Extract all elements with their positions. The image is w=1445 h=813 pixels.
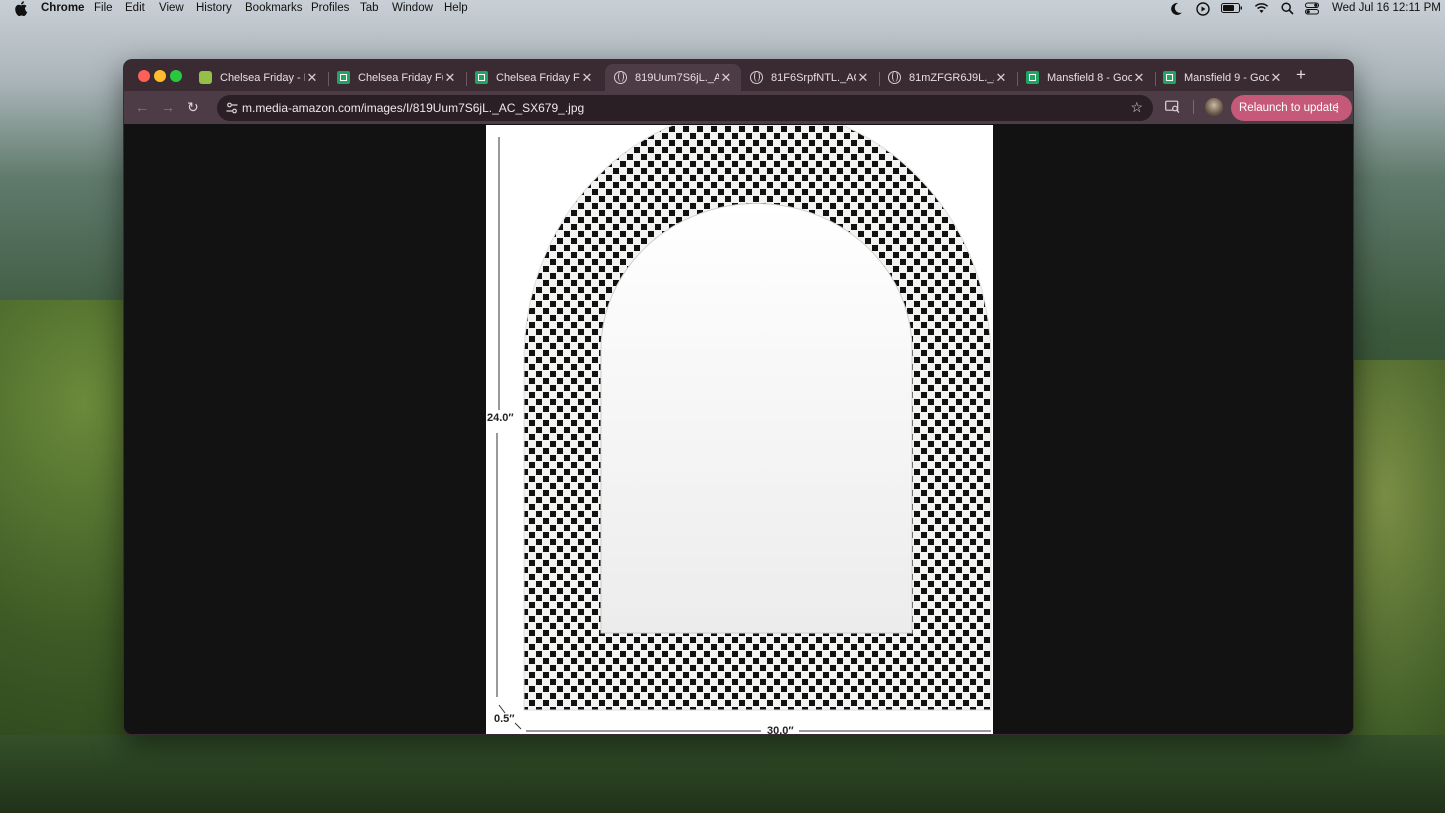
menu-app-name[interactable]: Chrome (41, 2, 84, 14)
tab-close-icon[interactable]: ✕ (443, 70, 457, 86)
menu-profiles[interactable]: Profiles (311, 2, 349, 14)
depth-dimension-label: 0.5″ (494, 713, 515, 725)
focus-moon-icon[interactable] (1169, 2, 1183, 16)
reload-icon[interactable]: ↻ (187, 99, 199, 116)
relaunch-label: Relaunch to update (1239, 102, 1339, 114)
apple-logo-icon[interactable] (14, 1, 28, 16)
zoom-window-button[interactable] (170, 70, 182, 82)
minimize-window-button[interactable] (154, 70, 166, 82)
tab-81f6srpfntl[interactable]: 81F6SrpfNTL._AC_ ✕ (750, 64, 878, 91)
tab-81mzfgr6j9l[interactable]: 81mZFGR6J9L._AC_ ✕ (888, 64, 1016, 91)
cast-search-icon[interactable] (1165, 100, 1180, 114)
sheets-icon (475, 71, 488, 84)
site-info-tune-icon[interactable] (226, 102, 238, 114)
tab-chelsea-friday-pro[interactable]: Chelsea Friday - Pro ✕ (199, 64, 327, 91)
globe-icon (750, 71, 763, 84)
tab-mansfield-9[interactable]: Mansfield 9 - Goog ✕ (1163, 64, 1291, 91)
menu-history[interactable]: History (196, 2, 232, 14)
wifi-icon[interactable] (1254, 2, 1269, 14)
tab-separator (1155, 72, 1156, 86)
menu-bar-clock[interactable]: Wed Jul 16 12:11 PM (1332, 2, 1441, 14)
tab-close-icon[interactable]: ✕ (580, 70, 594, 86)
tab-separator (1017, 72, 1018, 86)
menu-tab[interactable]: Tab (360, 2, 379, 14)
tab-mansfield-8[interactable]: Mansfield 8 - Goog ✕ (1026, 64, 1154, 91)
close-window-button[interactable] (138, 70, 150, 82)
wallpaper-foreground (0, 735, 1445, 813)
height-dimension-label: 24.0″ (487, 412, 514, 424)
back-arrow-icon[interactable]: ← (135, 99, 149, 115)
shopify-icon (199, 71, 212, 84)
sheets-icon (1026, 71, 1039, 84)
menu-view[interactable]: View (159, 2, 184, 14)
new-tab-plus-icon[interactable]: + (1296, 65, 1306, 85)
relaunch-to-update-button[interactable]: Relaunch to update ⋮ (1231, 95, 1352, 121)
tab-chelsea-friday-furn-2[interactable]: Chelsea Friday Furn ✕ (475, 64, 602, 91)
chrome-window: Chelsea Friday - Pro ✕ Chelsea Friday Fu… (123, 59, 1354, 735)
tab-title: 81F6SrpfNTL._AC_ (771, 71, 856, 84)
page-viewport: 24.0″ 0.5″ 30.0″ (124, 124, 1353, 735)
tab-title: Mansfield 9 - Goog (1184, 71, 1269, 84)
more-menu-icon[interactable]: ⋮ (1332, 95, 1344, 121)
tab-title: Chelsea Friday - Pro (220, 71, 305, 84)
product-image-arched-mirror[interactable]: 24.0″ 0.5″ 30.0″ (486, 125, 993, 735)
tab-close-icon[interactable]: ✕ (719, 70, 733, 86)
globe-icon (888, 71, 901, 84)
forward-arrow-icon[interactable]: → (161, 99, 175, 115)
tab-close-icon[interactable]: ✕ (1132, 70, 1146, 86)
menu-file[interactable]: File (94, 2, 113, 14)
tab-separator (879, 72, 880, 86)
now-playing-icon[interactable] (1196, 2, 1210, 16)
menu-window[interactable]: Window (392, 2, 433, 14)
tab-title: Chelsea Friday Furn (358, 71, 443, 84)
control-center-icon[interactable] (1305, 2, 1319, 15)
width-dimension-label: 30.0″ (767, 725, 794, 735)
arched-checkered-mirror-illustration (496, 125, 992, 732)
tab-chelsea-friday-furn-1[interactable]: Chelsea Friday Furn ✕ (337, 64, 465, 91)
tab-title: 819Uum7S6jL._AC_ (635, 71, 719, 84)
tab-strip: Chelsea Friday - Pro ✕ Chelsea Friday Fu… (124, 60, 1353, 91)
tab-close-icon[interactable]: ✕ (1269, 70, 1283, 86)
globe-icon (614, 71, 627, 84)
tab-close-icon[interactable]: ✕ (856, 70, 870, 86)
tab-title: Chelsea Friday Furn (496, 71, 580, 84)
profile-avatar[interactable] (1205, 98, 1223, 116)
tab-title: Mansfield 8 - Goog (1047, 71, 1132, 84)
macos-menu-bar: Chrome File Edit View History Bookmarks … (0, 0, 1445, 18)
toolbar-separator (1193, 100, 1194, 114)
url-text[interactable]: m.media-amazon.com/images/I/819Uum7S6jL.… (242, 101, 584, 115)
sheets-icon (1163, 71, 1176, 84)
menu-bookmarks[interactable]: Bookmarks (245, 2, 303, 14)
spotlight-search-icon[interactable] (1281, 2, 1294, 15)
menu-edit[interactable]: Edit (125, 2, 145, 14)
sheets-icon (337, 71, 350, 84)
browser-toolbar: ← → ↻ m.media-amazon.com/images/I/819Uum… (124, 91, 1353, 124)
menu-help[interactable]: Help (444, 2, 468, 14)
address-bar[interactable]: m.media-amazon.com/images/I/819Uum7S6jL.… (217, 95, 1153, 121)
tab-close-icon[interactable]: ✕ (994, 70, 1008, 86)
tab-close-icon[interactable]: ✕ (305, 70, 319, 86)
battery-icon[interactable] (1221, 2, 1243, 14)
tab-separator (466, 72, 467, 86)
tab-819uum7s6jl[interactable]: 819Uum7S6jL._AC_ ✕ (605, 64, 741, 91)
tab-separator (328, 72, 329, 86)
tab-title: 81mZFGR6J9L._AC_ (909, 71, 994, 84)
bookmark-star-icon[interactable]: ☆ (1130, 99, 1143, 116)
